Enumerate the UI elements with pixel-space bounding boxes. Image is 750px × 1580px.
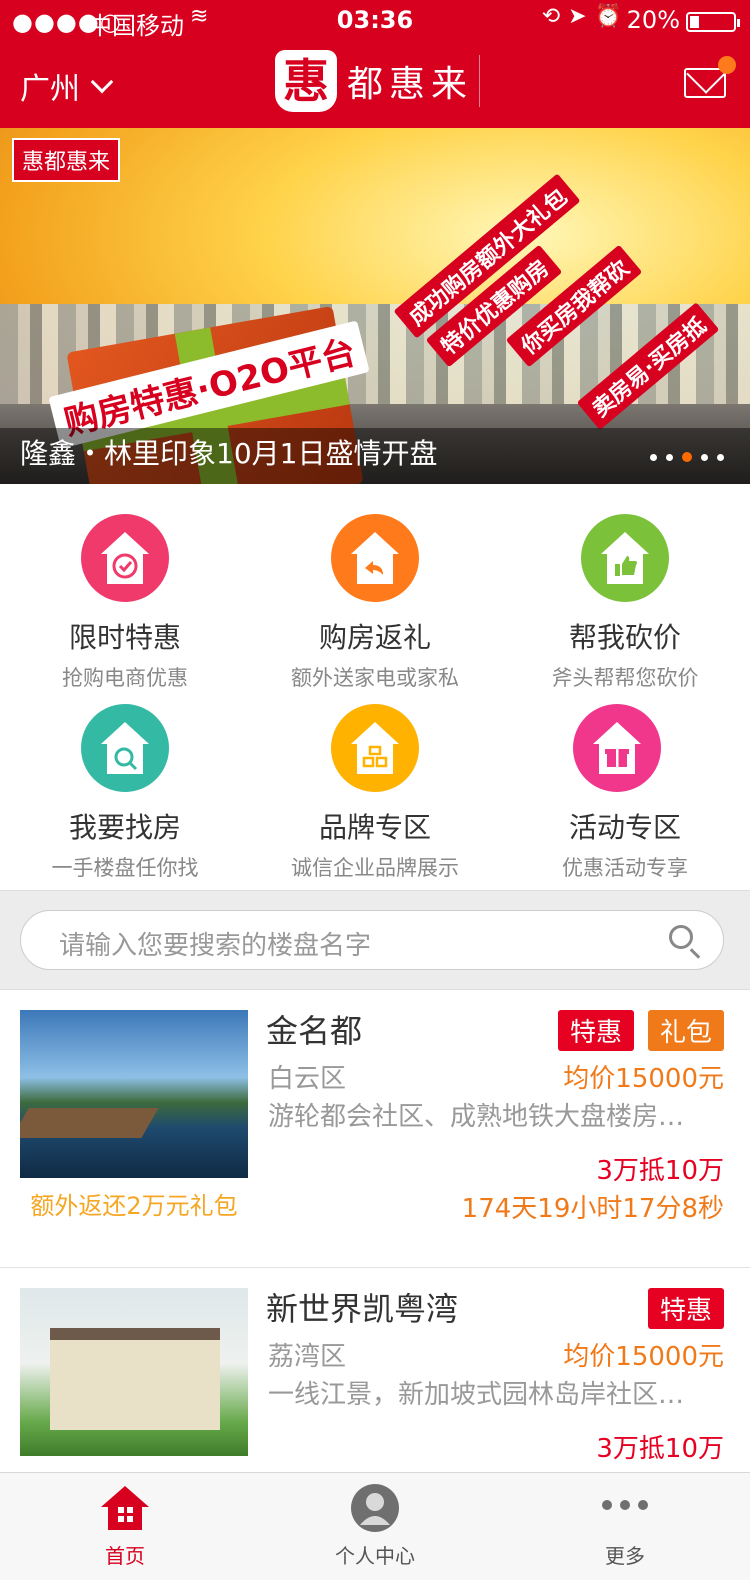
listing-district: 白云区 (268, 1064, 347, 1094)
brand-house-icon (331, 704, 419, 792)
battery-icon (686, 12, 740, 32)
listing-name: 新世界凯粤湾 (266, 1290, 459, 1328)
feature-title: 帮我砍价 (568, 621, 681, 654)
logo-text: 都惠来 (347, 55, 481, 107)
listing-description: 游轮都会社区、成熟地铁大盘楼房… (268, 1102, 685, 1132)
carousel-dot[interactable] (666, 453, 673, 461)
listing-district: 荔湾区 (268, 1342, 347, 1372)
listing-deal: 3万抵10万 (596, 1156, 724, 1186)
tab-profile[interactable]: 个人中心 (250, 1473, 500, 1580)
mail-icon[interactable] (684, 68, 726, 98)
feature-find-house[interactable]: 我要找房 一手楼盘任你找 (0, 674, 250, 880)
tag-special-offer: 特惠 (647, 1288, 724, 1329)
feature-grid: 限时特惠 抢购电商优惠 购房返礼 额外送家电或家私 帮我砍价 斧头帮帮您砍价 我… (0, 484, 750, 890)
tab-home[interactable]: 首页 (0, 1473, 250, 1580)
unread-badge (718, 56, 736, 74)
search-icon[interactable] (669, 925, 693, 949)
listing-thumbnail[interactable] (20, 1010, 248, 1178)
listing-item[interactable]: 新世界凯粤湾 特惠 荔湾区 均价15000元 一线江景，新加坡式园林岛岸社区… … (0, 1268, 750, 1472)
tag-special-offer: 特惠 (557, 1010, 634, 1051)
listing-description: 一线江景，新加坡式园林岛岸社区… (268, 1380, 685, 1410)
feature-bargain[interactable]: 帮我砍价 斧头帮帮您砍价 (500, 484, 750, 690)
tab-more[interactable]: 更多 (500, 1473, 750, 1580)
carousel-dot-active[interactable] (682, 452, 692, 462)
listing-item[interactable]: 金名都 特惠 礼包 白云区 均价15000元 游轮都会社区、成熟地铁大盘楼房… … (0, 990, 750, 1268)
listing-price: 均价15000元 (563, 1064, 724, 1094)
listing-tags: 特惠 (647, 1288, 724, 1329)
feature-subtitle: 优惠活动专享 (562, 856, 688, 880)
tag-gift-pack: 礼包 (647, 1010, 724, 1051)
listing-price: 均价15000元 (563, 1342, 724, 1372)
feature-subtitle: 诚信企业品牌展示 (291, 856, 459, 880)
carousel-dot[interactable] (650, 453, 657, 461)
feature-title: 活动专区 (568, 811, 681, 844)
alarm-icon: ⏰ (594, 4, 630, 29)
listing-deal: 3万抵10万 (596, 1434, 724, 1464)
banner-brand: 惠都惠来 (12, 138, 121, 182)
home-icon (101, 1486, 149, 1530)
promo-banner[interactable]: 惠都惠来 购房特惠·O2O平台 成功购房额外大礼包 特价优惠购房 你买房我帮砍 … (0, 128, 750, 484)
feature-purchase-gift[interactable]: 购房返礼 额外送家电或家私 (250, 484, 500, 690)
feature-title: 品牌专区 (318, 811, 431, 844)
return-house-icon (331, 514, 419, 602)
banner-caption: 隆鑫・林里印象10月1日盛情开盘 (20, 437, 438, 470)
carousel-dot[interactable] (717, 453, 724, 461)
city-label: 广州 (20, 72, 80, 107)
app-logo: 惠 都惠来 (275, 50, 481, 112)
tab-label: 首页 (105, 1544, 145, 1568)
feature-title: 购房返礼 (318, 621, 431, 654)
listing-tags: 特惠 礼包 (557, 1010, 724, 1051)
search-input[interactable]: 请输入您要搜索的楼盘名字 (20, 910, 724, 970)
top-bar: ●●●●○ 中国移动 ≋ 03:36 ⟲➤⏰ 20% 广州 惠 都惠来 (0, 0, 750, 128)
search-placeholder: 请输入您要搜索的楼盘名字 (59, 931, 372, 961)
chevron-down-icon (90, 70, 114, 94)
feature-limited-offer[interactable]: 限时特惠 抢购电商优惠 (0, 484, 250, 690)
battery-percent: 20% (626, 6, 680, 34)
more-icon (602, 1500, 648, 1510)
listing-gift-note: 额外返还2万元礼包 (30, 1192, 238, 1220)
carousel-dots[interactable] (650, 452, 724, 462)
logo-mark: 惠 (275, 50, 337, 112)
listing-thumbnail[interactable] (20, 1288, 248, 1456)
tab-label: 个人中心 (335, 1544, 415, 1568)
location-icon: ➤ (568, 4, 595, 29)
rotation-lock-icon: ⟲ (541, 4, 569, 29)
feature-title: 限时特惠 (68, 621, 181, 654)
feature-brand-zone[interactable]: 品牌专区 诚信企业品牌展示 (250, 674, 500, 880)
search-house-icon (81, 704, 169, 792)
bottom-tab-bar: 首页 个人中心 更多 (0, 1472, 750, 1580)
listing-countdown: 174天19小时17分8秒 (461, 1194, 724, 1224)
user-icon (351, 1484, 399, 1532)
timer-house-icon (81, 514, 169, 602)
thumbs-house-icon (581, 514, 669, 602)
feature-title: 我要找房 (68, 811, 181, 844)
feature-subtitle: 一手楼盘任你找 (51, 856, 199, 880)
carousel-dot[interactable] (701, 453, 708, 461)
listing-name: 金名都 (266, 1012, 363, 1050)
feature-event-zone[interactable]: 活动专区 优惠活动专享 (500, 674, 750, 880)
status-icons: ⟲➤⏰ (542, 4, 630, 29)
city-selector[interactable]: 广州 (20, 64, 114, 108)
gift-house-icon (573, 704, 661, 792)
tab-label: 更多 (605, 1544, 645, 1568)
status-bar: ●●●●○ 中国移动 ≋ 03:36 ⟲➤⏰ 20% (0, 0, 750, 40)
